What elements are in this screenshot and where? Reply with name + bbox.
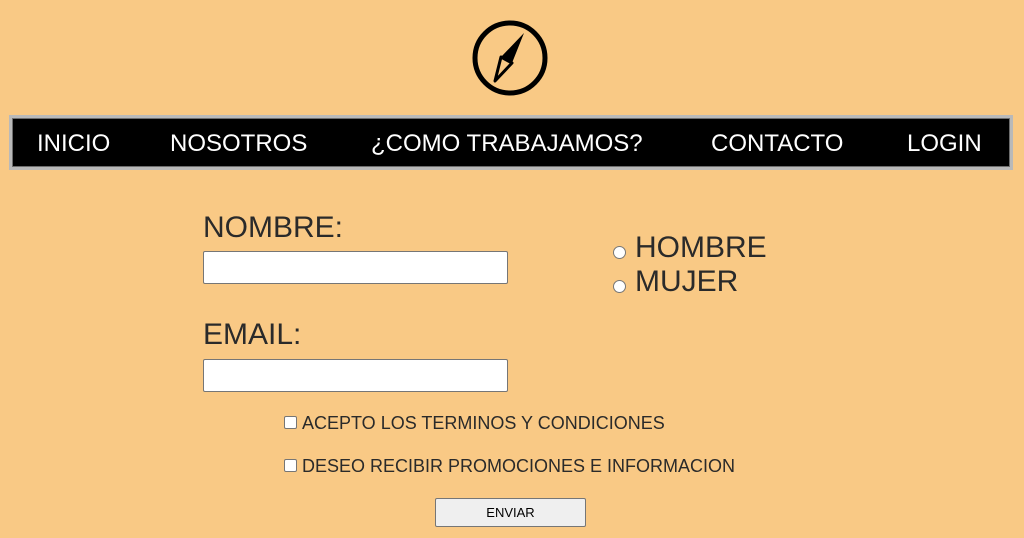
nav-item-como-trabajamos[interactable]: ¿COMO TRABAJAMOS? xyxy=(371,130,643,158)
nav-item-contacto[interactable]: CONTACTO xyxy=(711,130,843,158)
compass-icon xyxy=(472,20,548,96)
compass-logo xyxy=(471,19,549,97)
promotions-checkbox-label[interactable]: DESEO RECIBIR PROMOCIONES E INFORMACION xyxy=(302,455,735,477)
name-label: NOMBRE: xyxy=(203,211,344,244)
terms-checkbox[interactable] xyxy=(284,416,297,429)
submit-button[interactable]: ENVIAR xyxy=(435,498,586,527)
nav-item-inicio[interactable]: INICIO xyxy=(37,130,110,158)
radio-mujer[interactable] xyxy=(613,280,626,293)
name-input[interactable] xyxy=(203,251,508,284)
nav-item-nosotros[interactable]: NOSOTROS xyxy=(170,130,307,158)
email-input[interactable] xyxy=(203,359,508,392)
main-nav: INICIO NOSOTROS ¿COMO TRABAJAMOS? CONTAC… xyxy=(9,115,1013,170)
radio-mujer-label[interactable]: MUJER xyxy=(635,265,738,299)
promotions-checkbox[interactable] xyxy=(284,459,297,472)
email-label: EMAIL: xyxy=(203,318,302,351)
nav-item-login[interactable]: LOGIN xyxy=(907,130,982,158)
radio-hombre[interactable] xyxy=(613,246,626,259)
terms-checkbox-label[interactable]: ACEPTO LOS TERMINOS Y CONDICIONES xyxy=(302,412,665,434)
radio-hombre-label[interactable]: HOMBRE xyxy=(635,231,767,265)
